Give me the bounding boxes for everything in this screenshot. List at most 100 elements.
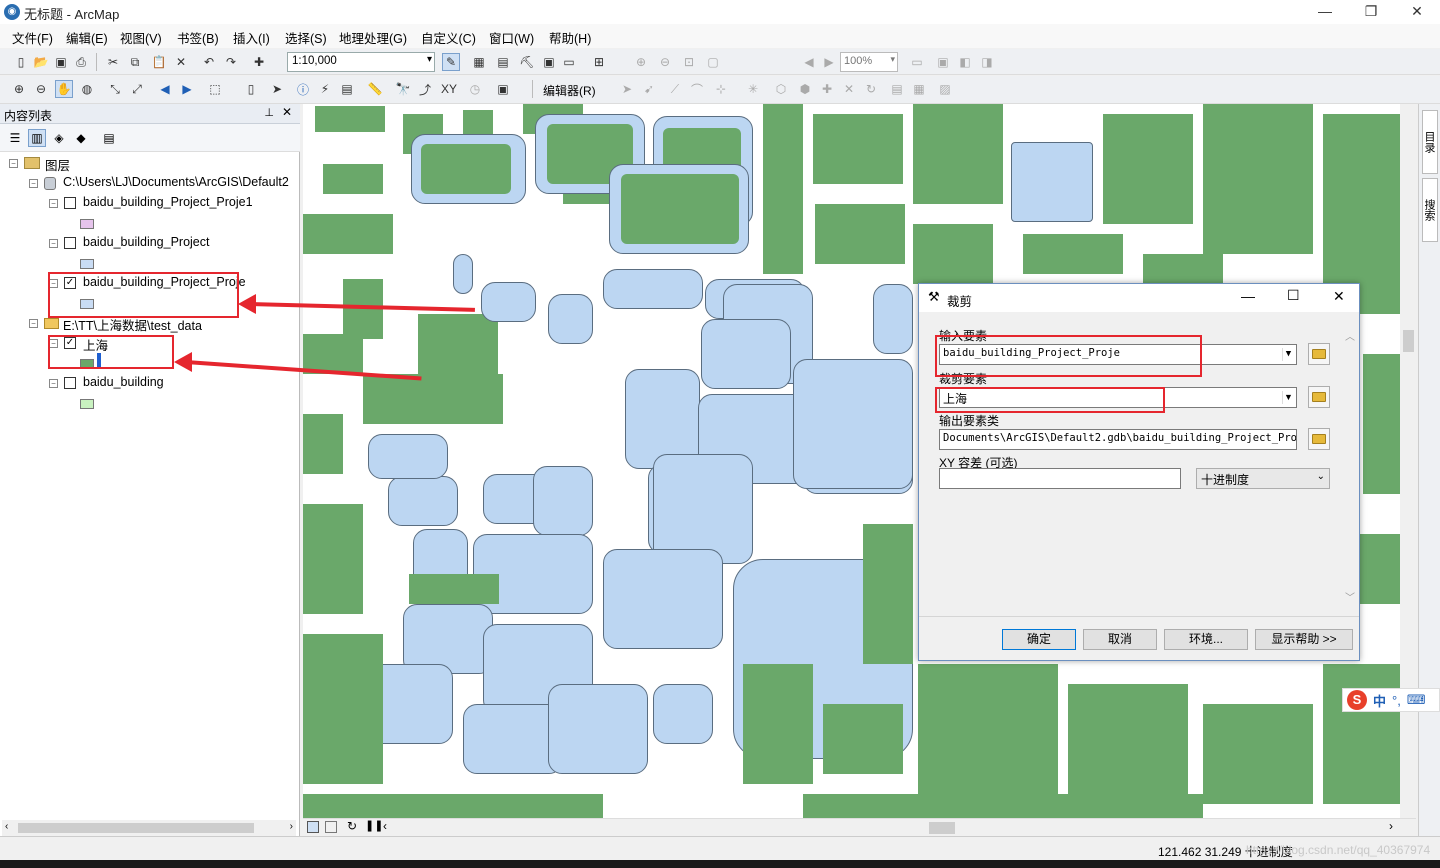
edit-tool-icon[interactable]: ➤ <box>618 80 636 98</box>
chevron-down-icon[interactable]: ▼ <box>1282 348 1294 361</box>
layer-name[interactable]: baidu_building <box>83 375 164 395</box>
clear-selection-icon[interactable]: ▯ <box>242 80 260 98</box>
endpoint-arc-icon[interactable]: ⌒ <box>688 80 706 98</box>
cut-polygons-icon[interactable]: ✚ <box>818 80 836 98</box>
table-icon[interactable]: ▦ <box>470 53 488 71</box>
expander-icon[interactable]: − <box>29 319 38 328</box>
layer-name[interactable]: baidu_building_Project_Proje1 <box>83 195 253 215</box>
zoom-combobox[interactable]: 100% ▾ <box>840 52 898 72</box>
layer-symbol-swatch[interactable] <box>80 219 94 229</box>
dialog-scrollbar[interactable]: ︿ ﹀ <box>1343 328 1357 604</box>
delete-icon[interactable]: ✕ <box>172 53 190 71</box>
close-icon[interactable]: ✕ <box>1333 288 1345 305</box>
go-forward-icon[interactable]: ▶ <box>178 80 196 98</box>
browse-folder-icon[interactable] <box>1308 343 1330 365</box>
layers-root-label[interactable]: 图层 <box>45 155 70 175</box>
xy-tolerance-field[interactable] <box>939 468 1181 489</box>
go-to-xy-icon[interactable]: XY <box>440 80 458 98</box>
minimize-button[interactable]: — <box>1302 0 1348 24</box>
expander-icon[interactable]: − <box>9 159 18 168</box>
scroll-thumb[interactable] <box>18 823 254 833</box>
measure-icon[interactable]: 📏 <box>366 80 384 98</box>
select-features-icon[interactable]: ⬚ <box>206 80 224 98</box>
layer-visibility-checkbox[interactable] <box>64 237 76 249</box>
toc-horizontal-scrollbar[interactable]: ‹ › <box>2 820 296 836</box>
browse-folder-icon[interactable] <box>1308 428 1330 450</box>
zoom-in-fixed-icon[interactable]: ⊕ <box>632 53 650 71</box>
layout-icon[interactable]: ◧ <box>956 53 974 71</box>
copy-icon[interactable]: ⧉ <box>126 53 144 71</box>
pause-drawing-icon[interactable]: ❚❚ <box>365 819 383 832</box>
workspace-path[interactable]: E:\TT\上海数据\test_data <box>63 315 202 335</box>
expander-icon[interactable]: − <box>49 239 58 248</box>
close-icon[interactable]: ✕ <box>282 105 292 119</box>
straight-segment-icon[interactable]: ⟋ <box>666 80 684 98</box>
select-elements-icon[interactable]: ➤ <box>268 80 286 98</box>
chevron-down-icon[interactable]: ▼ <box>1282 391 1294 404</box>
expander-icon[interactable]: − <box>49 379 58 388</box>
add-data-icon[interactable]: ✚ <box>250 53 268 71</box>
fixed-zoom-out-icon[interactable]: ⤢ <box>128 80 146 98</box>
cut-icon[interactable]: ✂ <box>104 53 122 71</box>
layer-visibility-checkbox[interactable] <box>64 197 76 209</box>
edit-annotation-icon[interactable]: ➹ <box>640 80 658 98</box>
expander-icon[interactable]: − <box>29 179 38 188</box>
environments-button[interactable]: 环境... <box>1164 629 1248 650</box>
find-route-icon[interactable]: ⤴ <box>416 80 434 98</box>
model-builder-icon[interactable]: ⊞ <box>590 53 608 71</box>
open-icon[interactable]: 📂 <box>32 53 50 71</box>
minimize-icon[interactable]: — <box>1241 288 1255 304</box>
time-slider-icon[interactable]: ◷ <box>466 80 484 98</box>
trace-icon[interactable]: ⊹ <box>712 80 730 98</box>
identify-icon[interactable]: ⓘ <box>294 80 312 98</box>
list-by-source-icon[interactable]: ▥ <box>28 129 46 147</box>
python-window-icon[interactable]: ▭ <box>560 53 578 71</box>
reshape-icon[interactable]: ⬢ <box>796 80 814 98</box>
menu-help[interactable]: 帮助(H) <box>549 28 591 47</box>
expander-icon[interactable]: − <box>49 199 58 208</box>
editor-menu[interactable]: 编辑器(R) <box>543 82 596 99</box>
workspace-path[interactable]: C:\Users\LJ\Documents\ArcGIS\Default2 <box>63 175 295 195</box>
fixed-zoom-in-icon[interactable]: ⤡ <box>106 80 124 98</box>
menu-insert[interactable]: 插入(I) <box>233 28 270 47</box>
create-viewer-icon[interactable]: ▣ <box>494 80 512 98</box>
list-by-visibility-icon[interactable]: ◈ <box>50 129 68 147</box>
cancel-button[interactable]: 取消 <box>1083 629 1157 650</box>
editor-toolbar-icon[interactable]: ✎ <box>442 53 460 71</box>
layout-view-icon[interactable] <box>325 821 337 833</box>
focus-frame-icon[interactable]: ▣ <box>934 53 952 71</box>
toolbox-icon[interactable]: ▣ <box>540 53 558 71</box>
output-feature-class-field[interactable]: Documents\ArcGIS\Default2.gdb\baidu_buil… <box>939 429 1297 450</box>
page-icon[interactable]: ▢ <box>704 53 722 71</box>
layer-visibility-checkbox[interactable] <box>64 377 76 389</box>
edit-vertices-icon[interactable]: ⬡ <box>772 80 790 98</box>
paste-icon[interactable]: 📋 <box>150 53 168 71</box>
html-popup-icon[interactable]: ▤ <box>338 80 356 98</box>
back-extent-icon[interactable]: ◀ <box>800 53 818 71</box>
menu-file[interactable]: 文件(F) <box>12 28 53 47</box>
change-layout-icon[interactable]: ◨ <box>978 53 996 71</box>
find-icon[interactable]: 🔭 <box>394 80 412 98</box>
menu-edit[interactable]: 编辑(E) <box>66 28 108 47</box>
redo-icon[interactable]: ↷ <box>222 53 240 71</box>
scale-combobox[interactable]: 1:10,000 ▾ <box>287 52 435 72</box>
scroll-left-icon[interactable]: ‹ <box>5 821 8 832</box>
zoom-in-icon[interactable]: ⊕ <box>10 80 28 98</box>
toggle-draft-icon[interactable]: ▭ <box>908 53 926 71</box>
go-back-icon[interactable]: ◀ <box>156 80 174 98</box>
create-features-icon[interactable]: ▨ <box>936 80 954 98</box>
list-by-selection-icon[interactable]: ◆ <box>72 129 90 147</box>
attributes-icon[interactable]: ▤ <box>888 80 906 98</box>
undo-icon[interactable]: ↶ <box>200 53 218 71</box>
layer-symbol-swatch[interactable] <box>80 259 94 269</box>
maximize-icon[interactable]: ☐ <box>1287 287 1300 304</box>
menu-geoprocessing[interactable]: 地理处理(G) <box>339 28 407 47</box>
pan-icon[interactable]: ✋ <box>55 80 73 98</box>
chevron-down-icon[interactable]: ﹀ <box>1345 589 1355 604</box>
layer-symbol-swatch[interactable] <box>80 399 94 409</box>
scroll-right-icon[interactable]: › <box>290 821 293 832</box>
show-help-button[interactable]: 显示帮助 >> <box>1255 629 1353 650</box>
scroll-left-icon[interactable]: ‹ <box>383 819 387 833</box>
refresh-icon[interactable]: ↻ <box>347 819 357 833</box>
browse-folder-icon[interactable] <box>1308 386 1330 408</box>
